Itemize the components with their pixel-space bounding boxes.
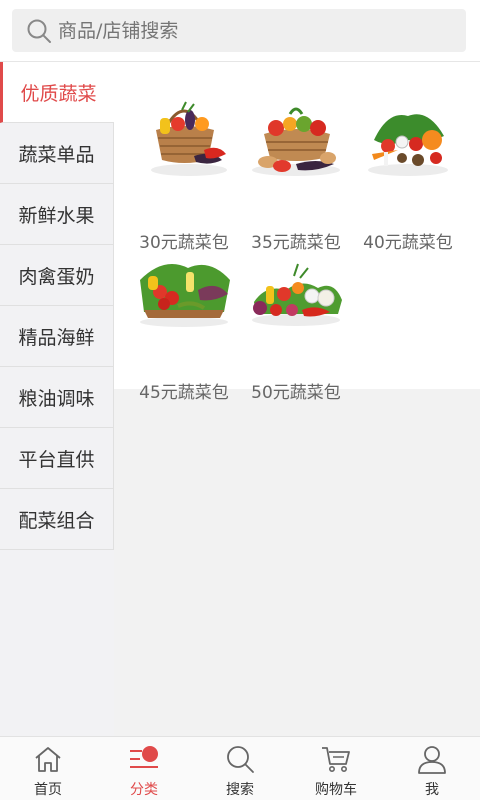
vegetable-assortment-icon bbox=[252, 263, 342, 326]
product-item[interactable]: 40元蔬菜包 bbox=[352, 100, 464, 253]
vegetable-basket-icon bbox=[252, 107, 340, 176]
search-box[interactable] bbox=[12, 9, 466, 52]
tab-category[interactable]: 分类 bbox=[96, 737, 192, 800]
tab-label: 我 bbox=[425, 782, 439, 798]
product-name: 45元蔬菜包 bbox=[139, 383, 229, 403]
tab-label: 购物车 bbox=[315, 782, 357, 798]
product-item[interactable]: 30元蔬菜包 bbox=[128, 100, 240, 253]
product-name: 40元蔬菜包 bbox=[363, 233, 453, 253]
sidebar-item-side-dish-combo[interactable]: 配菜组合 bbox=[0, 489, 114, 550]
tab-label: 搜索 bbox=[226, 782, 254, 798]
product-item[interactable]: 35元蔬菜包 bbox=[240, 100, 352, 253]
bottom-tab-bar: 首页 分类 搜索 购物车 我 bbox=[0, 736, 480, 800]
tab-label: 首页 bbox=[34, 782, 62, 798]
tab-cart[interactable]: 购物车 bbox=[288, 737, 384, 800]
sidebar-item-premium-vegetables[interactable]: 优质蔬菜 bbox=[0, 62, 114, 123]
vegetable-basket-icon bbox=[151, 101, 227, 176]
vegetable-pile-icon bbox=[368, 114, 448, 176]
tab-home[interactable]: 首页 bbox=[0, 737, 96, 800]
user-icon bbox=[418, 746, 446, 774]
product-item[interactable]: 50元蔬菜包 bbox=[240, 250, 352, 403]
product-item[interactable]: 45元蔬菜包 bbox=[128, 250, 240, 403]
sidebar-item-fresh-fruit[interactable]: 新鲜水果 bbox=[0, 184, 114, 245]
sidebar-item-meat-eggs-dairy[interactable]: 肉禽蛋奶 bbox=[0, 245, 114, 306]
search-icon bbox=[227, 746, 254, 773]
sidebar-item-single-vegetables[interactable]: 蔬菜单品 bbox=[0, 123, 114, 184]
sidebar-item-platform-direct[interactable]: 平台直供 bbox=[0, 428, 114, 489]
vegetable-crate-icon bbox=[140, 264, 230, 327]
search-input[interactable] bbox=[58, 10, 438, 51]
category-sidebar: 优质蔬菜 蔬菜单品 新鲜水果 肉禽蛋奶 精品海鲜 粮油调味 平台直供 配菜组合 bbox=[0, 62, 114, 736]
sidebar-item-seafood[interactable]: 精品海鲜 bbox=[0, 306, 114, 367]
tab-search[interactable]: 搜索 bbox=[192, 737, 288, 800]
sidebar-item-grain-oil-seasoning[interactable]: 粮油调味 bbox=[0, 367, 114, 428]
tab-me[interactable]: 我 bbox=[384, 737, 480, 800]
search-icon bbox=[27, 19, 51, 43]
cart-icon bbox=[322, 747, 350, 772]
category-icon bbox=[130, 746, 158, 768]
home-icon bbox=[35, 747, 61, 772]
product-grid: 30元蔬菜包 35元蔬菜包 40元蔬菜包 45元蔬菜包 50元蔬菜包 bbox=[114, 62, 480, 403]
search-header bbox=[0, 0, 480, 62]
tab-label: 分类 bbox=[130, 782, 158, 798]
product-name: 50元蔬菜包 bbox=[251, 383, 341, 403]
